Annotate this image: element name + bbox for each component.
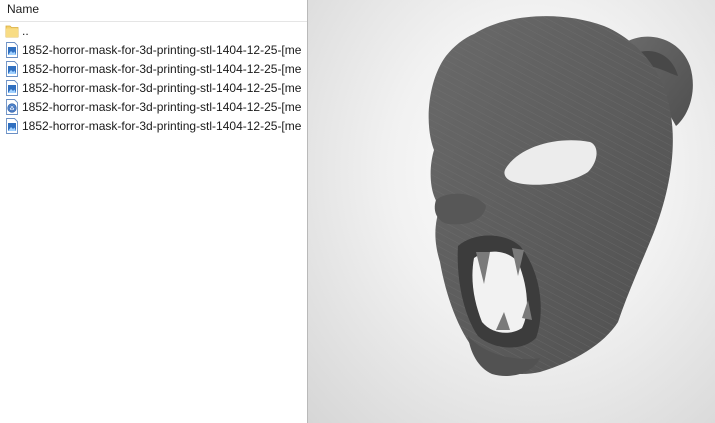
file-name: 1852-horror-mask-for-3d-printing-stl-140…	[22, 100, 302, 114]
image-file-icon	[6, 80, 18, 96]
column-header-row: Name ⌃	[0, 0, 307, 22]
parent-folder-label: ..	[22, 24, 29, 38]
parent-folder-row[interactable]: ..	[0, 22, 307, 41]
folder-icon	[5, 25, 19, 38]
mask-shape	[428, 16, 693, 377]
sort-caret-icon: ⌃	[226, 0, 234, 6]
3d-preview-viewport[interactable]	[307, 0, 715, 423]
file-row[interactable]: 1852-horror-mask-for-3d-printing-stl-140…	[0, 79, 307, 98]
file-row[interactable]: 1852-horror-mask-for-3d-printing-stl-140…	[0, 98, 307, 117]
file-name: 1852-horror-mask-for-3d-printing-stl-140…	[22, 81, 302, 95]
image-file-icon	[6, 61, 18, 77]
image-file-icon	[6, 118, 18, 134]
file-row[interactable]: 1852-horror-mask-for-3d-printing-stl-140…	[0, 41, 307, 60]
column-header-name[interactable]: Name	[7, 2, 39, 16]
3d-model-file-icon	[6, 99, 18, 115]
file-name: 1852-horror-mask-for-3d-printing-stl-140…	[22, 119, 302, 133]
file-list-pane: Name ⌃ .. 1852-horror-mask-for-3d-printi…	[0, 0, 307, 423]
file-row[interactable]: 1852-horror-mask-for-3d-printing-stl-140…	[0, 60, 307, 79]
mask-3d-model	[428, 16, 693, 377]
file-name: 1852-horror-mask-for-3d-printing-stl-140…	[22, 43, 302, 57]
file-row[interactable]: 1852-horror-mask-for-3d-printing-stl-140…	[0, 117, 307, 136]
file-name: 1852-horror-mask-for-3d-printing-stl-140…	[22, 62, 302, 76]
image-file-icon	[6, 42, 18, 58]
